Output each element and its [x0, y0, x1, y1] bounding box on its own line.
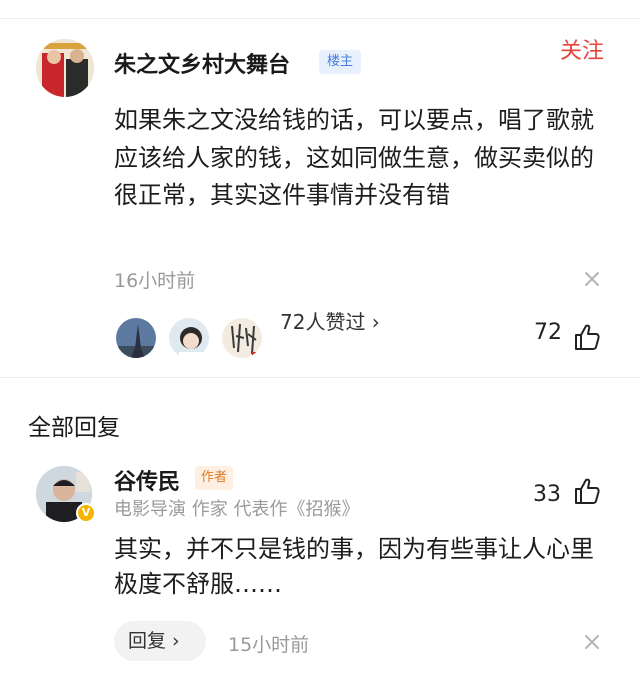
post-time: 16小时前: [114, 270, 196, 292]
section-divider: [0, 377, 640, 378]
author-badge: 作者: [195, 466, 234, 490]
reply-button[interactable]: 回复 ›: [114, 621, 206, 661]
post-author-avatar[interactable]: [36, 39, 94, 97]
reply-like-count: 33: [533, 482, 561, 507]
reply-body: 其实，并不只是钱的事，因为有些事让人心里极度不舒服……: [114, 535, 594, 598]
girl-avatar: [167, 316, 211, 360]
thumbs-up-icon[interactable]: [572, 322, 602, 352]
post-author-name[interactable]: 朱之文乡村大舞台: [114, 47, 290, 79]
liked-count-link[interactable]: 72人赞过 ›: [280, 306, 380, 335]
calligraphy-avatar: [220, 316, 264, 360]
owner-badge: 楼主: [319, 50, 362, 74]
post-like-count: 72: [534, 320, 562, 345]
close-icon[interactable]: [582, 632, 602, 652]
post-body: 如果朱之文没给钱的话，可以要点，唱了歌就应该给人家的钱，这如同做生意，做买卖似的…: [114, 106, 594, 209]
thumbs-up-icon[interactable]: [572, 476, 602, 506]
replies-section-title: 全部回复: [28, 415, 120, 441]
reply-time: 15小时前: [228, 634, 310, 656]
reply-author-name[interactable]: 谷传民: [114, 464, 180, 496]
reply-author-bio: 电影导演 作家 代表作《招猴》: [114, 499, 360, 520]
follow-button[interactable]: 关注: [560, 33, 604, 65]
eiffel-tower-avatar: [114, 316, 158, 360]
close-icon[interactable]: [582, 269, 602, 289]
reply-item: V 谷传民 作者 电影导演 作家 代表作《招猴》 33 其实，并不只是钱的事，因…: [0, 450, 640, 678]
verified-icon: V: [76, 503, 96, 523]
